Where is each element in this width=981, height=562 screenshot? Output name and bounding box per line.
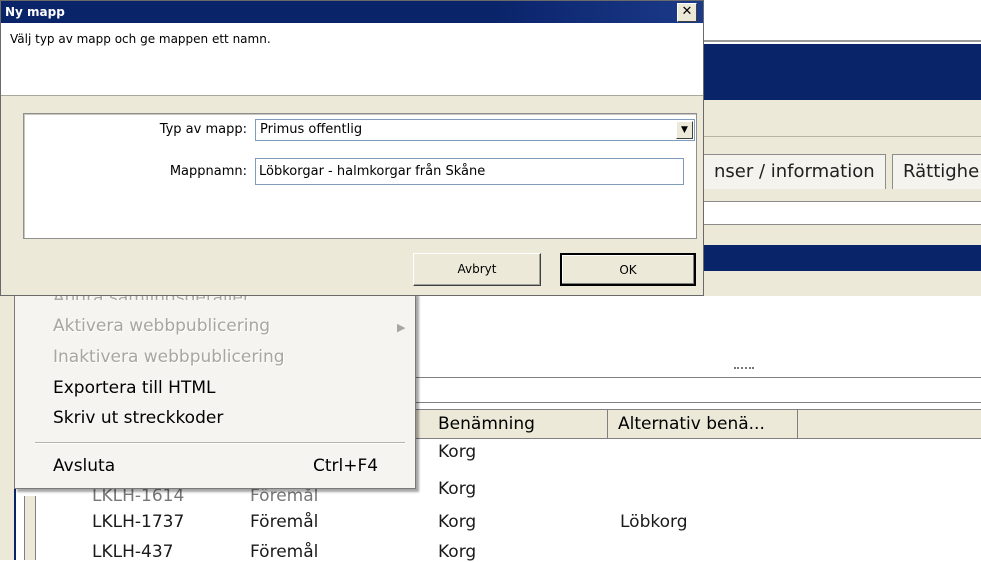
tab-rights[interactable]: Rättighe — [892, 154, 981, 189]
cell-id: LKLH-1614 — [92, 486, 185, 506]
background-divider — [704, 136, 981, 137]
close-icon[interactable]: ✕ — [677, 3, 697, 22]
background-field[interactable] — [704, 201, 981, 225]
cell-id: LKLH-1737 — [92, 512, 185, 532]
path-field[interactable] — [414, 377, 981, 403]
dialog-title: Ny mapp — [1, 1, 703, 23]
folder-type-value: Primus offentlig — [260, 122, 363, 137]
column-header-alt-name[interactable]: Alternativ benä... — [608, 410, 798, 438]
new-folder-dialog: Ny mapp ✕ Välj typ av mapp och ge mappen… — [0, 0, 704, 296]
cancel-button[interactable]: Avbryt — [413, 253, 541, 286]
cell-alt-name: Löbkorg — [620, 512, 688, 532]
menu-item-disable-web-publishing[interactable]: Inaktivera webbpublicering — [53, 347, 285, 367]
dialog-instruction: Välj typ av mapp och ge mappen ett namn. — [10, 32, 271, 46]
menu-item-export-html[interactable]: Exportera till HTML — [53, 378, 215, 398]
cell-type: Föremål — [250, 512, 319, 532]
background-active-bar — [704, 245, 981, 271]
tab-licenses-information[interactable]: nser / information — [704, 154, 886, 189]
cell-name: Korg — [438, 512, 477, 532]
file-context-menu: Andra samlingsdetaljer Aktivera webbpubl… — [14, 288, 416, 489]
menu-shortcut-exit: Ctrl+F4 — [313, 456, 379, 476]
tree-pane-strip — [24, 496, 36, 560]
menu-item-print-barcodes[interactable]: Skriv ut streckkoder — [53, 408, 223, 428]
cell-name: Korg — [438, 542, 477, 562]
cell-id: LKLH-437 — [92, 542, 174, 562]
folder-name-field[interactable]: Löbkorgar - halmkorgar från Skåne — [255, 158, 684, 185]
menu-separator — [35, 442, 405, 444]
column-header-name[interactable]: Benämning — [428, 410, 608, 438]
background-window-border — [704, 40, 981, 42]
submenu-arrow-icon: ▶ — [397, 321, 406, 334]
cell-type: Föremål — [250, 542, 319, 562]
chevron-down-icon[interactable]: ▼ — [676, 121, 693, 139]
ok-button[interactable]: OK — [560, 253, 696, 286]
menu-item-enable-web-publishing[interactable]: Aktivera webbpublicering — [53, 316, 270, 336]
cell-name: Korg — [438, 479, 477, 499]
menu-item-exit[interactable]: Avsluta — [53, 456, 115, 476]
folder-type-label: Typ av mapp: — [159, 122, 247, 137]
grid-header: Benämning Alternativ benä... — [414, 409, 981, 439]
pane-splitter-handle[interactable] — [734, 367, 754, 373]
cell-name: Korg — [438, 442, 477, 462]
cell-type: Föremål — [250, 486, 319, 506]
background-tab-strip: nser / information Rättighe — [704, 154, 981, 190]
background-window-titlebar — [704, 44, 981, 100]
folder-name-label: Mappnamn: — [169, 164, 247, 179]
folder-type-select[interactable]: Primus offentlig ▼ — [255, 119, 695, 141]
